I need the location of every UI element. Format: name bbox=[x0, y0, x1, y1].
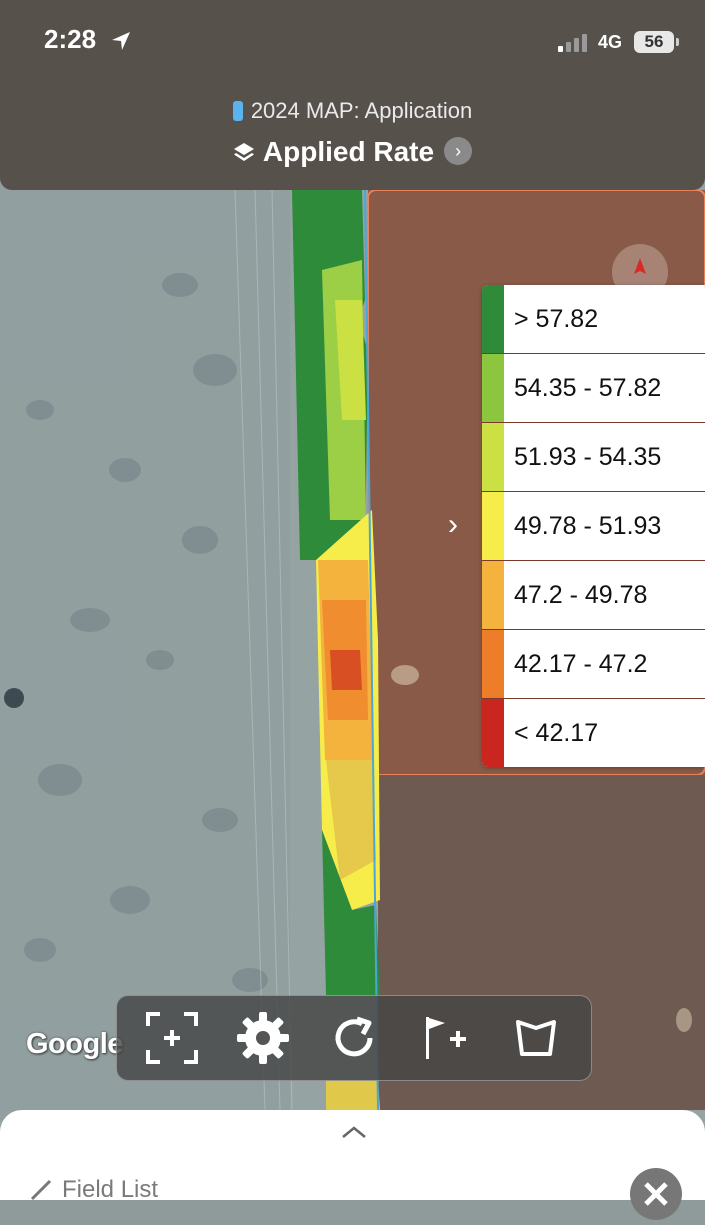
close-button[interactable] bbox=[630, 1168, 682, 1220]
legend-label: 47.2 - 49.78 bbox=[514, 580, 648, 609]
add-flag-button[interactable] bbox=[415, 1008, 475, 1068]
settings-button[interactable] bbox=[233, 1008, 293, 1068]
close-icon bbox=[644, 1182, 668, 1206]
status-time: 2:28 bbox=[44, 24, 97, 54]
layer-title[interactable]: Applied Rate › bbox=[0, 136, 705, 168]
layer-color-chip bbox=[232, 101, 243, 121]
layers-icon bbox=[233, 143, 254, 161]
legend-swatch bbox=[482, 492, 504, 560]
legend-label: 51.93 - 54.35 bbox=[514, 442, 662, 471]
legend-swatch bbox=[482, 354, 504, 422]
pencil-icon bbox=[30, 1179, 52, 1201]
refresh-icon bbox=[335, 1016, 373, 1057]
rate-legend: > 57.82 54.35 - 57.82 51.93 - 54.35 49.7… bbox=[482, 285, 705, 767]
refresh-button[interactable] bbox=[324, 1008, 384, 1068]
legend-swatch bbox=[482, 630, 504, 698]
legend-swatch bbox=[482, 699, 504, 767]
legend-label: 54.35 - 57.82 bbox=[514, 373, 662, 402]
chevron-right-icon[interactable]: › bbox=[444, 137, 473, 165]
network-type: 4G bbox=[598, 32, 623, 52]
legend-swatch bbox=[482, 561, 504, 629]
legend-label: 49.78 - 51.93 bbox=[514, 511, 662, 540]
map-subtitle-text: 2024 MAP: Application bbox=[250, 98, 473, 123]
legend-label: > 57.82 bbox=[514, 304, 599, 333]
draw-boundary-button[interactable] bbox=[506, 1008, 566, 1068]
legend-row: 54.35 - 57.82 bbox=[482, 354, 705, 423]
field-list-label: Field List bbox=[62, 1176, 159, 1203]
battery-level: 56 bbox=[634, 31, 674, 53]
map-subtitle[interactable]: 2024 MAP: Application bbox=[0, 98, 705, 124]
legend-row: 42.17 - 47.2 bbox=[482, 630, 705, 699]
west-field-texture bbox=[0, 180, 290, 1120]
chevron-up-icon[interactable] bbox=[341, 1125, 367, 1139]
google-attribution: Google bbox=[26, 1028, 123, 1060]
legend-row: > 57.82 bbox=[482, 285, 705, 354]
legend-row: 49.78 - 51.93 bbox=[482, 492, 705, 561]
status-bar: 2:28 4G 56 bbox=[0, 0, 705, 80]
gear-icon bbox=[237, 1012, 290, 1064]
signal-bars-icon bbox=[558, 34, 587, 52]
legend-row: 51.93 - 54.35 bbox=[482, 423, 705, 492]
zoom-extent-button[interactable] bbox=[142, 1008, 202, 1068]
boundary-icon bbox=[515, 1020, 556, 1056]
battery-tip bbox=[676, 38, 679, 46]
legend-label: 42.17 - 47.2 bbox=[514, 649, 648, 678]
legend-collapse-chevron-icon[interactable]: › bbox=[448, 508, 458, 542]
legend-swatch bbox=[482, 423, 504, 491]
map-toolbar bbox=[116, 995, 592, 1081]
location-arrow-icon bbox=[112, 32, 130, 50]
add-flag-icon bbox=[425, 1017, 466, 1059]
dark-spot bbox=[4, 688, 24, 708]
zoom-extent-icon bbox=[146, 1012, 199, 1064]
legend-label: < 42.17 bbox=[514, 718, 599, 747]
legend-row: < 42.17 bbox=[482, 699, 705, 767]
legend-row: 47.2 - 49.78 bbox=[482, 561, 705, 630]
legend-swatch bbox=[482, 285, 504, 353]
layer-title-text: Applied Rate bbox=[262, 136, 435, 167]
